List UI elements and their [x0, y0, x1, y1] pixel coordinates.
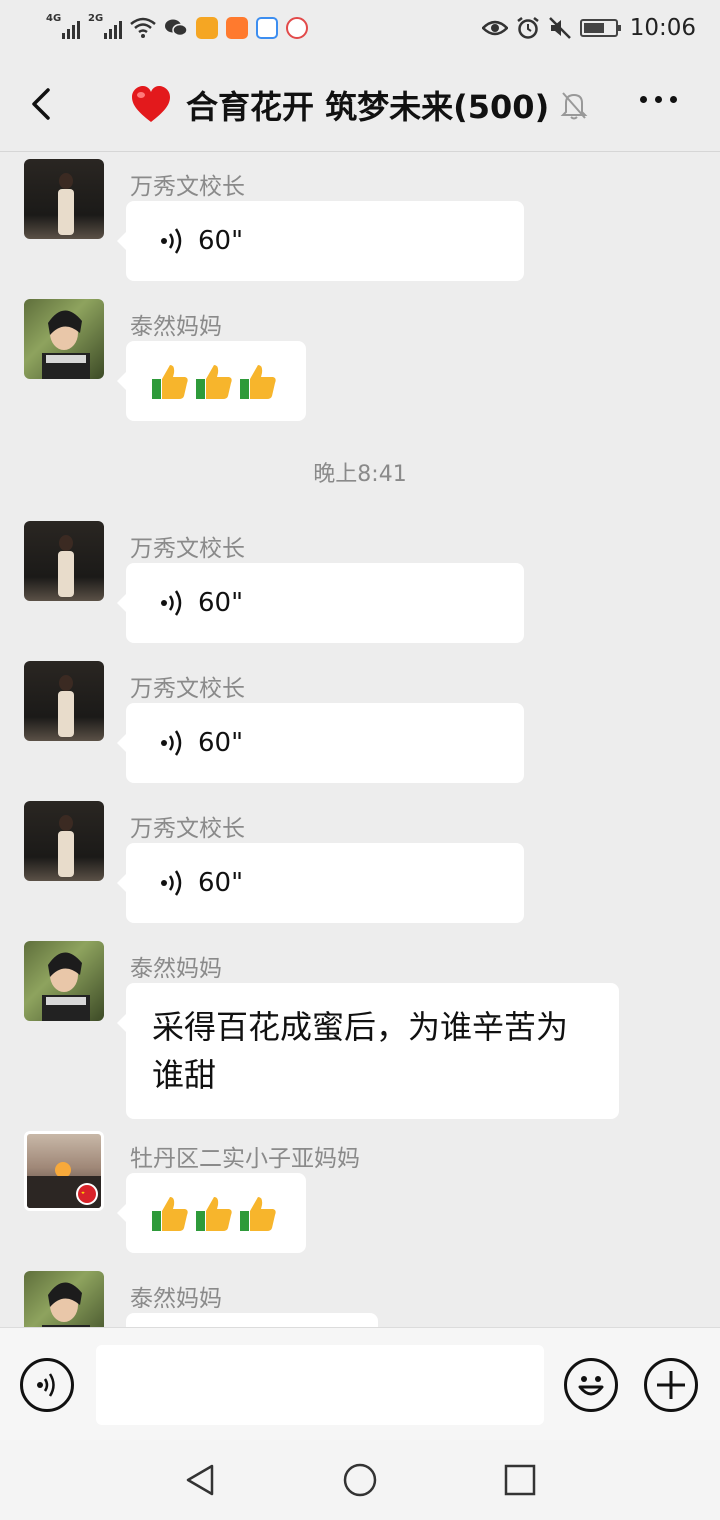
voice-message-bubble[interactable]: 60"	[117, 703, 524, 783]
system-navigation-bar	[0, 1440, 720, 1520]
avatar[interactable]	[24, 159, 104, 239]
sender-name: 牡丹区二实小子亚妈妈	[130, 1146, 360, 1172]
voice-duration: 60"	[198, 226, 244, 256]
wechat-icon	[165, 19, 188, 37]
plus-icon[interactable]	[644, 1358, 698, 1412]
thumbs-up-icon	[196, 365, 232, 399]
voice-duration: 60"	[198, 588, 244, 618]
app-notification-icon-1	[196, 17, 218, 39]
eye-icon	[481, 20, 508, 36]
wifi-icon	[130, 17, 156, 38]
status-left: 4G 2G	[46, 13, 308, 39]
avatar[interactable]	[24, 1131, 104, 1211]
app-notification-icon-3	[256, 17, 278, 39]
nav-home-icon[interactable]	[342, 1462, 378, 1498]
status-right: 10:06	[481, 15, 696, 41]
avatar[interactable]	[24, 941, 104, 1021]
timestamp: 晚上8:41	[313, 462, 407, 487]
voice-duration: 60"	[198, 728, 244, 758]
mute-icon	[548, 17, 571, 39]
message-list[interactable]: 万秀文校长 60" 泰然妈妈 晚上8:41 万秀文校长 60" 万秀文校长 60…	[0, 153, 720, 1327]
more-icon[interactable]	[640, 96, 677, 103]
nav-recents-icon[interactable]	[502, 1462, 538, 1498]
signal-icon-1: 4G	[46, 13, 80, 39]
voice-wave-icon	[161, 590, 182, 616]
sender-name: 万秀文校长	[130, 536, 245, 562]
voice-message-bubble[interactable]: 60"	[117, 843, 524, 923]
network-type-2: 2G	[88, 13, 104, 24]
app-notification-icon-2	[226, 17, 248, 39]
sender-name: 泰然妈妈	[130, 956, 222, 982]
emoji-icon[interactable]	[564, 1358, 618, 1412]
battery-icon	[579, 19, 621, 37]
avatar[interactable]	[24, 521, 104, 601]
sender-name: 万秀文校长	[130, 174, 245, 200]
message-input[interactable]	[96, 1345, 544, 1425]
mute-bell-icon	[560, 92, 588, 120]
voice-duration: 60"	[198, 868, 244, 898]
sender-name: 泰然妈妈	[130, 314, 222, 340]
thumbs-up-icon	[152, 365, 188, 399]
voice-wave-icon	[161, 228, 182, 254]
sender-name: 万秀文校长	[130, 676, 245, 702]
network-type-1: 4G	[46, 13, 62, 24]
voice-mode-icon[interactable]	[20, 1358, 74, 1412]
emoji-message-bubble[interactable]	[117, 341, 306, 421]
thumbs-up-icon	[240, 1197, 276, 1231]
sender-name: 泰然妈妈	[130, 1286, 222, 1312]
thumbs-up-icon	[240, 365, 276, 399]
avatar[interactable]	[24, 1271, 104, 1327]
voice-wave-icon	[161, 870, 182, 896]
heart-emoji-icon	[132, 86, 170, 122]
sender-name: 万秀文校长	[130, 816, 245, 842]
group-name: 合育花开 筑梦未来(500)	[186, 88, 550, 126]
status-bar: 4G 2G 10:06	[0, 0, 720, 56]
avatar[interactable]	[24, 661, 104, 741]
location-app-icon	[286, 17, 308, 39]
thumbs-up-icon	[152, 1197, 188, 1231]
thumbs-up-icon	[196, 1197, 232, 1231]
back-icon[interactable]	[24, 84, 64, 124]
alarm-icon	[516, 17, 539, 39]
voice-message-bubble[interactable]: 60"	[117, 201, 524, 281]
message-bubble[interactable]	[126, 1313, 378, 1327]
signal-icon-2: 2G	[88, 13, 122, 39]
chat-title: 合育花开 筑梦未来(500)	[130, 82, 549, 128]
clock-time: 10:06	[629, 15, 696, 41]
message-text: 采得百花成蜜后，为谁辛苦为谁甜	[152, 1008, 569, 1094]
text-message-bubble[interactable]: 采得百花成蜜后，为谁辛苦为谁甜	[117, 983, 619, 1119]
voice-wave-icon	[161, 730, 182, 756]
avatar[interactable]	[24, 299, 104, 379]
input-bar	[0, 1327, 720, 1440]
avatar[interactable]	[24, 801, 104, 881]
voice-message-bubble[interactable]: 60"	[117, 563, 524, 643]
nav-back-icon[interactable]	[182, 1462, 218, 1498]
chat-header: 合育花开 筑梦未来(500)	[0, 56, 720, 152]
emoji-message-bubble[interactable]	[117, 1173, 306, 1253]
